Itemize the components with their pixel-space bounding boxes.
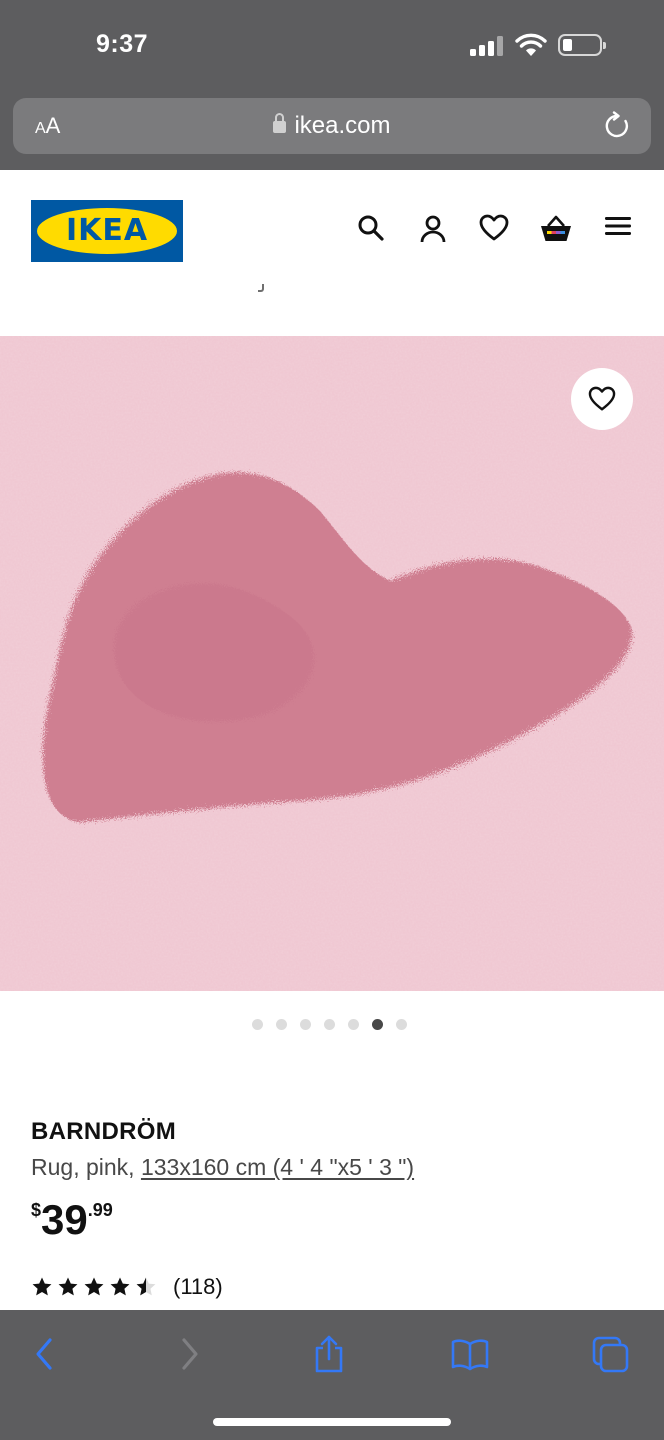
rating-stars [31, 1276, 157, 1298]
star-full-icon [110, 1277, 130, 1296]
logo-wordmark: IKEA [65, 213, 149, 248]
star-full-icon [58, 1277, 78, 1296]
cellular-signal-icon [470, 36, 504, 56]
lock-icon [273, 113, 287, 133]
share-icon[interactable] [312, 1334, 346, 1374]
product-price: $39.99 [31, 1196, 113, 1244]
gallery-dot[interactable] [324, 1019, 335, 1030]
star-full-icon [32, 1277, 52, 1296]
product-name[interactable]: BARNDRÖM [31, 1118, 176, 1146]
gallery-dot[interactable] [300, 1019, 311, 1030]
gallery-dot[interactable] [372, 1019, 383, 1030]
scrolled-content-remnant [0, 280, 664, 336]
status-time: 9:37 [96, 30, 149, 58]
battery-level [563, 39, 572, 51]
bookmarks-icon[interactable] [450, 1334, 490, 1374]
price-currency: $ [31, 1200, 42, 1220]
gallery-dot[interactable] [396, 1019, 407, 1030]
url-field[interactable]: ikea.com [13, 112, 651, 140]
tabs-icon[interactable] [592, 1334, 630, 1374]
price-decimals: .99 [87, 1200, 113, 1220]
site-header: IKEA [0, 170, 664, 280]
user-icon[interactable] [419, 214, 447, 244]
gallery-dot[interactable] [348, 1019, 359, 1030]
address-bar[interactable]: AA ikea.com [13, 98, 651, 154]
star-half-icon [136, 1277, 156, 1296]
price-integer: 39 [41, 1196, 88, 1243]
product-image[interactable] [0, 336, 664, 991]
review-count: (118) [173, 1274, 223, 1299]
rug-texture [0, 336, 664, 991]
cart-icon[interactable] [539, 214, 573, 244]
url-text: ikea.com [294, 112, 391, 139]
wishlist-heart-icon[interactable] [479, 214, 509, 242]
menu-icon[interactable] [604, 214, 632, 238]
save-to-list-button[interactable] [571, 368, 633, 430]
product-description: Rug, pink, 133x160 cm (4 ' 4 "x5 ' 3 ") [31, 1154, 414, 1181]
heart-outline-icon [588, 386, 616, 411]
search-icon[interactable] [357, 214, 385, 242]
forward-icon[interactable] [176, 1334, 202, 1374]
wifi-icon [515, 33, 547, 56]
browser-toolbar [0, 1310, 664, 1440]
gallery-pagination [252, 1019, 407, 1030]
product-type-color: Rug, pink, [31, 1154, 141, 1180]
star-full-icon [84, 1277, 104, 1296]
ikea-logo[interactable]: IKEA [31, 200, 183, 262]
gallery-dot[interactable] [252, 1019, 263, 1030]
home-indicator [213, 1418, 451, 1426]
product-rating[interactable]: (118) [31, 1274, 223, 1300]
gallery-dot[interactable] [276, 1019, 287, 1030]
size-link[interactable]: 133x160 cm (4 ' 4 "x5 ' 3 ") [141, 1154, 414, 1180]
browser-top-chrome: 9:37 AA ikea.com [0, 0, 664, 170]
battery-icon [558, 34, 606, 56]
back-icon[interactable] [32, 1334, 58, 1374]
reload-icon[interactable] [603, 111, 631, 141]
